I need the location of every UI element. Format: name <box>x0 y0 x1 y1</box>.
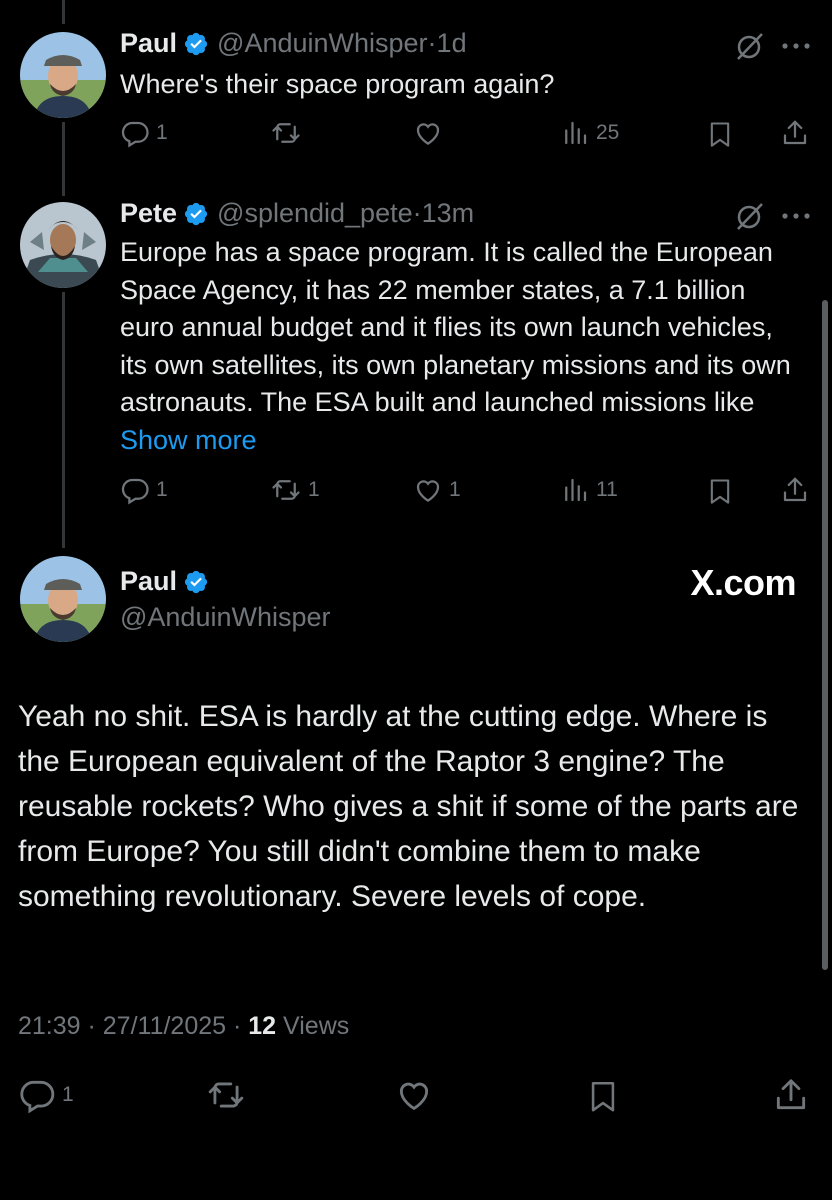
share-icon <box>783 477 807 502</box>
like-icon <box>416 480 440 502</box>
like-button[interactable] <box>413 118 449 148</box>
tweet-text: Where's their space program again? <box>120 69 555 99</box>
time-separator: · <box>412 198 422 228</box>
bookmark-icon <box>710 122 730 147</box>
bookmark-button[interactable] <box>706 118 734 150</box>
tweet-header: Paul @AnduinWhisper · 1d <box>120 28 467 59</box>
display-name[interactable]: Paul <box>120 566 177 597</box>
bookmark-button[interactable] <box>586 1076 620 1116</box>
share-icon <box>776 1079 806 1110</box>
views-button[interactable]: 11 <box>560 475 618 505</box>
verified-badge-icon <box>184 570 208 593</box>
views-label: Views <box>276 1012 350 1040</box>
views-icon <box>565 121 587 145</box>
repost-icon <box>208 1082 244 1108</box>
scrollbar[interactable] <box>822 300 828 970</box>
share-icon <box>783 120 807 145</box>
reply-count: 1 <box>156 121 168 144</box>
reply-count: 1 <box>62 1083 74 1106</box>
reply-count: 1 <box>156 478 168 501</box>
like-button[interactable]: 1 <box>413 475 461 505</box>
time-separator: · <box>427 28 437 58</box>
grok-icon[interactable] <box>734 200 766 232</box>
share-button[interactable] <box>780 475 810 505</box>
like-button[interactable] <box>395 1076 433 1114</box>
post-timestamp[interactable]: 21:39 · 27/11/2025 · <box>18 1012 248 1040</box>
thread-line-2 <box>62 292 65 548</box>
avatar-paul[interactable] <box>20 556 106 642</box>
views-count: 11 <box>596 478 618 501</box>
share-button[interactable] <box>780 118 810 148</box>
verified-badge-icon <box>184 202 208 225</box>
views-count: 12 <box>248 1012 277 1040</box>
like-icon <box>416 123 440 145</box>
reply-icon <box>121 121 149 148</box>
show-more-link[interactable]: Show more <box>120 425 257 455</box>
main-tweet-meta: 21:39 · 27/11/2025 · 12 Views <box>18 1012 349 1041</box>
reply-button[interactable]: 1 <box>18 1076 74 1114</box>
main-tweet-text: Yeah no shit. ESA is hardly at the cutti… <box>18 700 799 913</box>
views-count: 25 <box>596 121 620 144</box>
reply-icon <box>20 1080 55 1114</box>
repost-button[interactable]: 1 <box>270 475 320 505</box>
thread-line-top <box>62 0 65 24</box>
repost-button[interactable] <box>270 118 308 148</box>
x-com-watermark: X.com <box>690 562 796 603</box>
timestamp[interactable]: 1d <box>437 28 467 59</box>
views-button[interactable]: 25 <box>560 118 619 148</box>
like-icon <box>399 1082 429 1111</box>
bookmark-icon <box>591 1081 615 1112</box>
repost-button[interactable] <box>206 1076 246 1114</box>
timestamp[interactable]: 13m <box>422 198 475 229</box>
repost-icon <box>272 480 300 500</box>
like-count: 1 <box>449 478 461 501</box>
thread-line-1 <box>62 122 65 196</box>
tweet-header: Pete @splendid_pete · 13m <box>120 198 474 229</box>
main-tweet-name-row: Paul <box>120 566 217 597</box>
avatar-pete[interactable] <box>20 202 106 288</box>
reply-button[interactable]: 1 <box>120 475 168 505</box>
verified-badge-icon <box>184 32 208 55</box>
display-name[interactable]: Paul <box>120 28 177 59</box>
bookmark-button[interactable] <box>706 475 734 507</box>
reply-button[interactable]: 1 <box>120 118 168 148</box>
views-icon <box>565 478 587 502</box>
more-icon[interactable] <box>781 211 811 221</box>
handle[interactable]: @AnduinWhisper <box>120 602 331 633</box>
tweet-body: Europe has a space program. It is called… <box>120 237 791 417</box>
handle[interactable]: @splendid_pete <box>217 198 413 229</box>
main-tweet-handle-row: @AnduinWhisper <box>120 602 331 633</box>
handle[interactable]: @AnduinWhisper <box>217 28 428 59</box>
grok-icon[interactable] <box>734 30 766 62</box>
tweet-text: Europe has a space program. It is called… <box>120 234 800 459</box>
bookmark-icon <box>710 479 730 504</box>
repost-count: 1 <box>308 478 320 501</box>
avatar-paul[interactable] <box>20 32 106 118</box>
more-icon[interactable] <box>781 41 811 51</box>
share-button[interactable] <box>772 1076 810 1114</box>
repost-icon <box>272 123 300 143</box>
reply-icon <box>121 478 149 505</box>
display-name[interactable]: Pete <box>120 198 177 229</box>
